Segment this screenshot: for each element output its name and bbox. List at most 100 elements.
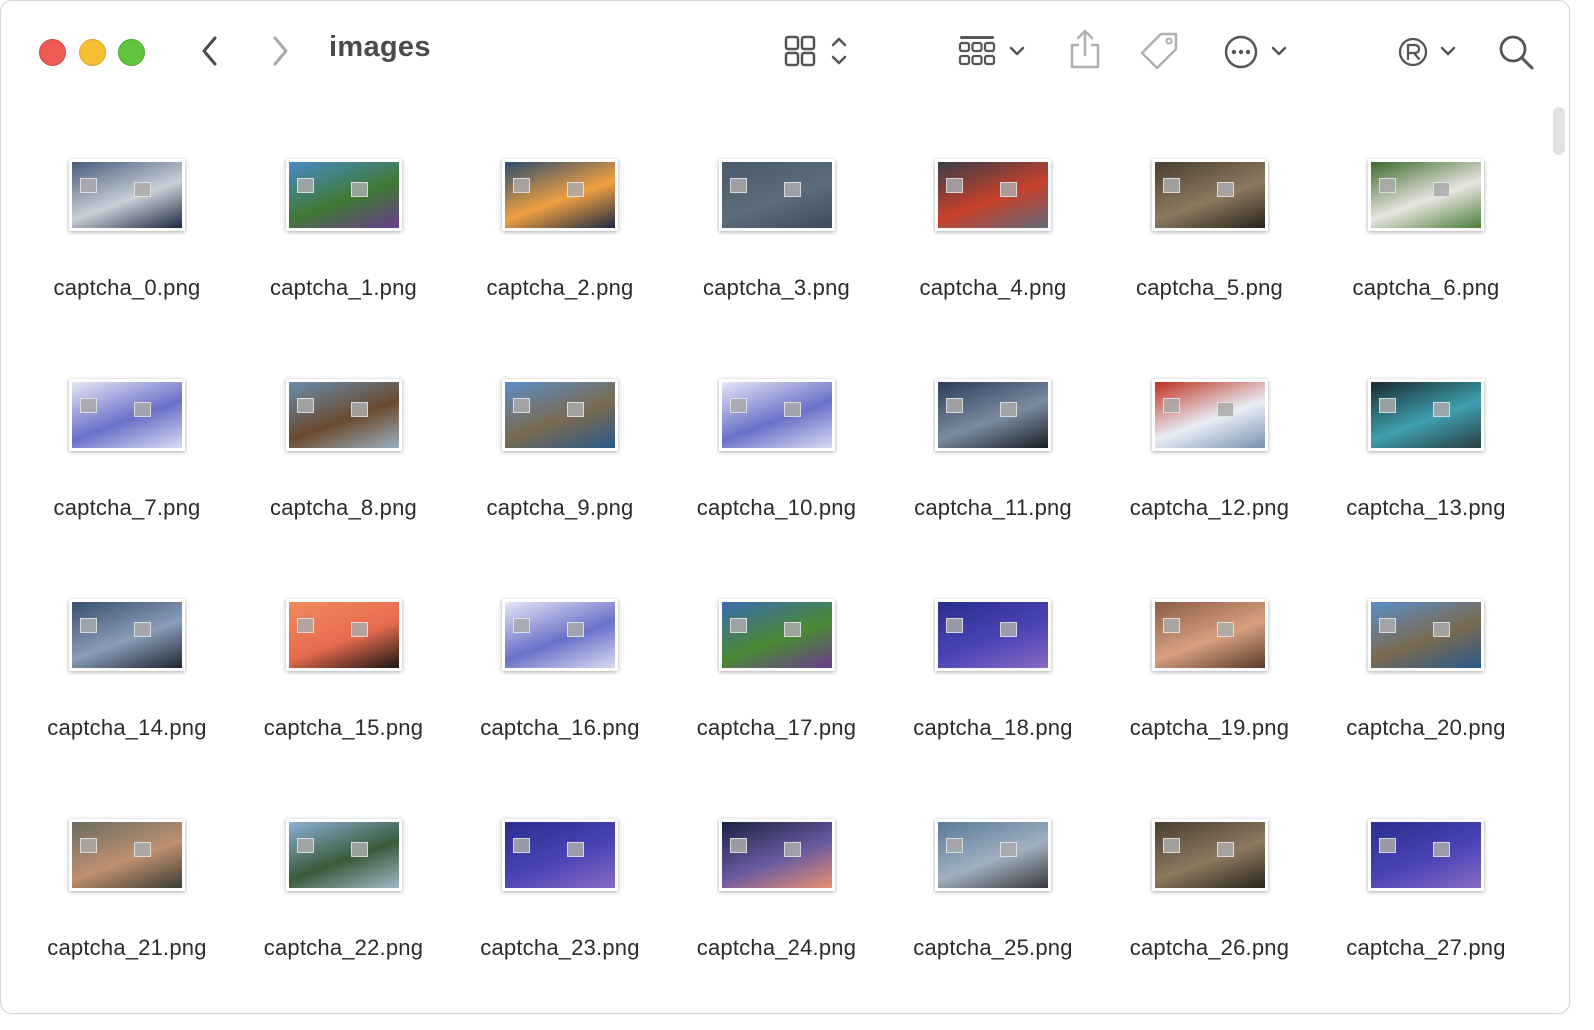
file-thumbnail[interactable] bbox=[935, 159, 1051, 231]
more-actions-button[interactable] bbox=[1221, 31, 1291, 73]
file-name[interactable]: captcha_22.png bbox=[236, 935, 452, 961]
file-thumbnail[interactable] bbox=[1368, 159, 1484, 231]
file-thumbnail[interactable] bbox=[285, 379, 402, 451]
file-name[interactable]: captcha_14.png bbox=[19, 715, 235, 741]
share-icon bbox=[1070, 29, 1100, 69]
share-button[interactable] bbox=[1065, 27, 1105, 73]
file-item[interactable]: captcha_15.png bbox=[236, 551, 452, 771]
file-thumbnail[interactable] bbox=[285, 599, 402, 671]
captcha-piece-marker bbox=[296, 178, 314, 193]
forward-button[interactable] bbox=[263, 31, 297, 71]
file-thumbnail[interactable] bbox=[718, 379, 835, 451]
file-item[interactable]: captcha_17.png bbox=[669, 551, 885, 771]
file-thumbnail[interactable] bbox=[1151, 819, 1268, 891]
file-thumbnail[interactable] bbox=[502, 819, 618, 891]
file-item[interactable]: captcha_19.png bbox=[1102, 551, 1318, 771]
file-name[interactable]: captcha_2.png bbox=[452, 275, 668, 301]
grid-view-icon bbox=[784, 35, 847, 67]
group-by-button[interactable] bbox=[954, 31, 1034, 73]
file-item[interactable]: captcha_4.png bbox=[885, 111, 1101, 331]
file-name[interactable]: captcha_23.png bbox=[452, 935, 668, 961]
file-thumbnail[interactable] bbox=[718, 819, 835, 891]
file-item[interactable]: captcha_23.png bbox=[452, 771, 668, 991]
file-thumbnail[interactable] bbox=[935, 599, 1051, 671]
close-window-button[interactable] bbox=[39, 39, 66, 66]
back-button[interactable] bbox=[193, 31, 227, 71]
search-button[interactable] bbox=[1495, 31, 1537, 73]
file-item[interactable]: captcha_20.png bbox=[1318, 551, 1534, 771]
file-thumbnail[interactable] bbox=[502, 159, 618, 231]
file-name[interactable]: captcha_9.png bbox=[452, 495, 668, 521]
file-item[interactable]: captcha_13.png bbox=[1318, 331, 1534, 551]
file-thumbnail[interactable] bbox=[718, 599, 835, 671]
file-name[interactable]: captcha_27.png bbox=[1318, 935, 1534, 961]
file-thumbnail[interactable] bbox=[69, 159, 185, 231]
file-name[interactable]: captcha_11.png bbox=[885, 495, 1101, 521]
file-thumbnail[interactable] bbox=[935, 379, 1051, 451]
file-item[interactable]: captcha_1.png bbox=[236, 111, 452, 331]
file-name[interactable]: captcha_15.png bbox=[236, 715, 452, 741]
file-thumbnail[interactable] bbox=[1151, 159, 1268, 231]
file-name[interactable]: captcha_24.png bbox=[669, 935, 885, 961]
file-thumbnail[interactable] bbox=[1151, 599, 1268, 671]
file-thumbnail[interactable] bbox=[1368, 599, 1484, 671]
file-thumbnail[interactable] bbox=[1368, 819, 1484, 891]
view-mode-button[interactable] bbox=[781, 31, 855, 73]
file-thumbnail[interactable] bbox=[285, 159, 402, 231]
file-name[interactable]: captcha_0.png bbox=[19, 275, 235, 301]
file-name[interactable]: captcha_12.png bbox=[1102, 495, 1318, 521]
file-thumbnail[interactable] bbox=[1368, 379, 1484, 451]
file-name[interactable]: captcha_1.png bbox=[236, 275, 452, 301]
file-name[interactable]: captcha_18.png bbox=[885, 715, 1101, 741]
file-item[interactable]: captcha_22.png bbox=[236, 771, 452, 991]
file-name[interactable]: captcha_21.png bbox=[19, 935, 235, 961]
file-item[interactable]: captcha_21.png bbox=[19, 771, 235, 991]
file-item[interactable]: captcha_7.png bbox=[19, 331, 235, 551]
file-name[interactable]: captcha_17.png bbox=[669, 715, 885, 741]
file-name[interactable]: captcha_10.png bbox=[669, 495, 885, 521]
file-name[interactable]: captcha_16.png bbox=[452, 715, 668, 741]
file-item[interactable]: captcha_14.png bbox=[19, 551, 235, 771]
file-item[interactable]: captcha_18.png bbox=[885, 551, 1101, 771]
file-item[interactable]: captcha_11.png bbox=[885, 331, 1101, 551]
file-thumbnail[interactable] bbox=[502, 599, 618, 671]
vertical-scrollbar[interactable] bbox=[1553, 107, 1565, 155]
file-thumbnail[interactable] bbox=[1151, 379, 1268, 451]
file-thumbnail[interactable] bbox=[69, 379, 185, 451]
minimize-window-button[interactable] bbox=[79, 39, 106, 66]
file-thumbnail[interactable] bbox=[69, 599, 185, 671]
file-name[interactable]: captcha_4.png bbox=[885, 275, 1101, 301]
file-name[interactable]: captcha_26.png bbox=[1102, 935, 1318, 961]
file-item[interactable]: captcha_27.png bbox=[1318, 771, 1534, 991]
file-name[interactable]: captcha_20.png bbox=[1318, 715, 1534, 741]
file-item[interactable]: captcha_6.png bbox=[1318, 111, 1534, 331]
file-item[interactable]: captcha_12.png bbox=[1102, 331, 1318, 551]
file-name[interactable]: captcha_3.png bbox=[669, 275, 885, 301]
file-name[interactable]: captcha_7.png bbox=[19, 495, 235, 521]
file-item[interactable]: captcha_3.png bbox=[669, 111, 885, 331]
file-thumbnail[interactable] bbox=[502, 379, 618, 451]
file-item[interactable]: captcha_8.png bbox=[236, 331, 452, 551]
file-item[interactable]: captcha_25.png bbox=[885, 771, 1101, 991]
file-item[interactable]: captcha_24.png bbox=[669, 771, 885, 991]
file-thumbnail[interactable] bbox=[935, 819, 1051, 891]
file-thumbnail[interactable] bbox=[285, 819, 402, 891]
file-item[interactable]: captcha_0.png bbox=[19, 111, 235, 331]
file-item[interactable]: captcha_16.png bbox=[452, 551, 668, 771]
file-thumbnail[interactable] bbox=[69, 819, 185, 891]
file-name[interactable]: captcha_13.png bbox=[1318, 495, 1534, 521]
file-item[interactable]: captcha_2.png bbox=[452, 111, 668, 331]
file-item[interactable]: captcha_26.png bbox=[1102, 771, 1318, 991]
file-item[interactable]: captcha_5.png bbox=[1102, 111, 1318, 331]
file-name[interactable]: captcha_25.png bbox=[885, 935, 1101, 961]
file-name[interactable]: captcha_8.png bbox=[236, 495, 452, 521]
file-name[interactable]: captcha_19.png bbox=[1102, 715, 1318, 741]
file-name[interactable]: captcha_5.png bbox=[1102, 275, 1318, 301]
tag-button[interactable] bbox=[1139, 29, 1181, 73]
registered-menu-button[interactable] bbox=[1395, 31, 1461, 73]
file-item[interactable]: captcha_9.png bbox=[452, 331, 668, 551]
file-name[interactable]: captcha_6.png bbox=[1318, 275, 1534, 301]
maximize-window-button[interactable] bbox=[118, 39, 145, 66]
file-thumbnail[interactable] bbox=[718, 159, 835, 231]
file-item[interactable]: captcha_10.png bbox=[669, 331, 885, 551]
